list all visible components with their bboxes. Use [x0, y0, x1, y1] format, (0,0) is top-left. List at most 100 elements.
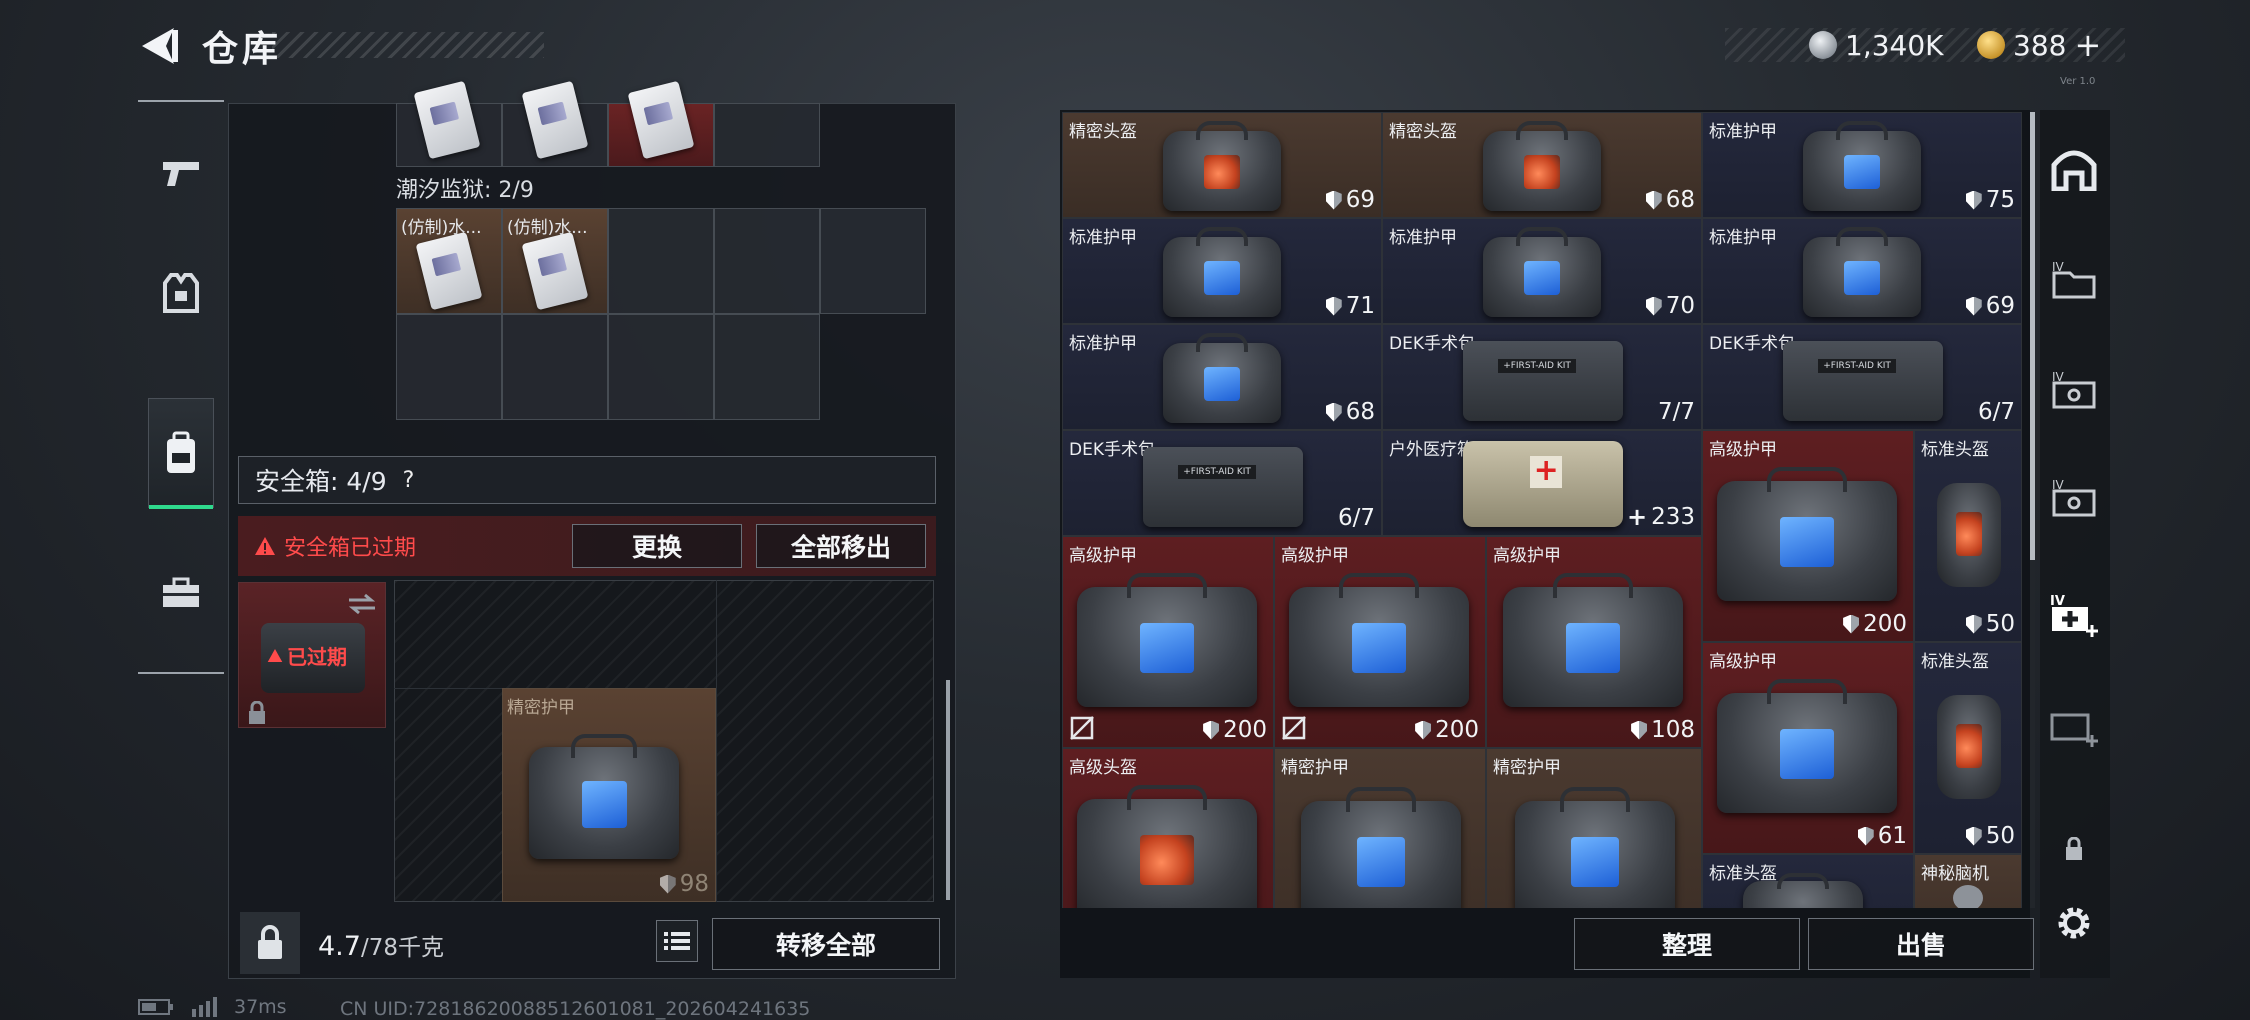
settings-button[interactable] — [2046, 888, 2102, 958]
item-uses: 6/7 — [1978, 399, 2015, 425]
carry-weight: 4.7/78千克 — [318, 928, 444, 962]
stash-tab-1[interactable]: IV — [2046, 244, 2102, 314]
version-tag: Ver 1.0 — [2060, 76, 2096, 87]
currency-bar: 1,340K 388 + — [1725, 26, 2125, 64]
folder-tab-icon: IV — [2052, 260, 2096, 299]
back-button[interactable] — [138, 24, 182, 68]
lock-button[interactable] — [240, 912, 300, 974]
surgery-kit-image — [1783, 341, 1943, 421]
shield-icon — [1645, 296, 1662, 316]
stash-tab-2[interactable]: IV — [2046, 354, 2102, 424]
stash-item[interactable]: DEK手术包 7/7 — [1382, 324, 1702, 430]
document-item-image — [413, 80, 481, 160]
stash-item[interactable]: 户外医疗箱 +233 — [1382, 430, 1702, 536]
rail-weapons[interactable] — [148, 118, 214, 228]
stash-item[interactable]: 标准护甲 70 — [1382, 218, 1702, 324]
item-uses: 7/7 — [1658, 399, 1695, 425]
durability-value: 200 — [1223, 717, 1267, 743]
stash-item[interactable]: 高级护甲 108 — [1486, 536, 1702, 748]
item-durability: 98 — [659, 871, 709, 897]
sell-button[interactable]: 出售 — [1808, 918, 2034, 970]
move-all-out-button[interactable]: 全部移出 — [756, 524, 926, 568]
safebox-item[interactable]: 精密护甲 98 — [502, 688, 716, 902]
sort-button[interactable]: 整理 — [1574, 918, 1800, 970]
item-name: 精密护甲 — [1493, 758, 1561, 778]
stash-tab-main[interactable] — [2046, 134, 2102, 204]
rail-toolbox[interactable] — [148, 538, 214, 648]
inventory-cell[interactable] — [396, 80, 502, 167]
stash-item[interactable]: 精密护甲 — [1486, 748, 1702, 908]
stash-item[interactable]: 高级护甲 200 — [1702, 430, 1914, 642]
item-durability: 200 — [1415, 717, 1479, 743]
ping-value: 37ms — [234, 996, 287, 1018]
inventory-cell-empty[interactable] — [502, 314, 608, 420]
help-icon[interactable]: ? — [403, 468, 415, 493]
list-view-button[interactable] — [656, 920, 698, 962]
item-name: 高级护甲 — [1709, 652, 1777, 672]
inventory-cell[interactable] — [502, 80, 608, 167]
helmet-image — [1483, 121, 1601, 211]
stash-item[interactable]: 精密头盔 68 — [1382, 112, 1702, 218]
item-name: 神秘脑机 — [1921, 864, 1989, 884]
stash-item[interactable]: 精密护甲 — [1274, 748, 1486, 908]
safebox-slot[interactable]: 已过期 — [238, 582, 386, 728]
silver-currency: 1,340K — [1809, 28, 1944, 62]
stash-item[interactable]: DEK手术包 6/7 — [1062, 430, 1382, 536]
stash-tab-locked[interactable] — [2046, 814, 2102, 884]
armor-vest-image — [1803, 227, 1921, 317]
inventory-cell[interactable] — [608, 80, 714, 167]
replace-button[interactable]: 更换 — [572, 524, 742, 568]
warning-icon — [255, 537, 275, 555]
inventory-cell-empty[interactable] — [714, 208, 820, 314]
armor-vest-image — [1717, 466, 1897, 601]
stash-item[interactable]: 精密头盔 69 — [1062, 112, 1382, 218]
inventory-cell-empty[interactable] — [714, 103, 820, 167]
grid-divider — [716, 580, 717, 902]
durability-value: 61 — [1877, 823, 1907, 849]
inventory-cell-empty[interactable] — [608, 208, 714, 314]
rail-equipment[interactable] — [148, 238, 214, 348]
durability-value: 75 — [1985, 187, 2015, 213]
rail-backpack[interactable] — [148, 398, 214, 509]
stash-item[interactable]: 标准头盔 50 — [1914, 430, 2022, 642]
stash-item[interactable]: 神秘脑机 — [1914, 854, 2022, 908]
inventory-cell-empty[interactable] — [608, 314, 714, 420]
armor-vest-image — [1503, 572, 1683, 707]
warning-icon — [267, 648, 283, 663]
stash-item[interactable]: 高级护甲 200 — [1062, 536, 1274, 748]
gold-currency[interactable]: 388 + — [1977, 26, 2101, 64]
item-name: 精密护甲 — [507, 698, 575, 718]
stash-item[interactable]: 标准头盔 — [1702, 854, 1914, 908]
item-durability: 69 — [1965, 293, 2015, 319]
item-name: 精密头盔 — [1069, 122, 1137, 142]
no-repair-icon — [1282, 716, 1306, 740]
inventory-cell[interactable]: (仿制)水... — [396, 208, 502, 314]
stash-item[interactable]: 标准护甲 69 — [1702, 218, 2022, 324]
uses-value: 6/7 — [1977, 399, 2015, 425]
inventory-cell-empty[interactable] — [396, 314, 502, 420]
gold-add-button[interactable]: + — [2074, 26, 2101, 64]
stash-tab-3[interactable]: IV — [2046, 462, 2102, 532]
inventory-cell-empty[interactable] — [714, 314, 820, 420]
stash-grid[interactable]: 精密头盔 69 精密头盔 68 标准护甲 75 标准护甲 71 标准护甲 70 … — [1062, 112, 2022, 908]
stash-scrollbar-thumb[interactable] — [2030, 112, 2035, 560]
safebox-capacity: 安全箱: 4/9 — [255, 467, 387, 496]
stash-tab-add[interactable] — [2046, 694, 2102, 764]
expired-warning: 安全箱已过期 — [254, 530, 416, 562]
durability-value: 98 — [679, 871, 709, 897]
stash-item[interactable]: 高级头盔 — [1062, 748, 1274, 908]
stash-item[interactable]: DEK手术包 6/7 — [1702, 324, 2022, 430]
stash-tab-medical[interactable]: IV — [2046, 580, 2102, 650]
transfer-all-button[interactable]: 转移全部 — [712, 918, 940, 970]
stash-item[interactable]: 标准护甲 68 — [1062, 324, 1382, 430]
inventory-cell[interactable]: (仿制)水... — [502, 208, 608, 314]
stash-item[interactable]: 标准护甲 71 — [1062, 218, 1382, 324]
scrollbar[interactable] — [946, 680, 950, 900]
document-item-image — [415, 231, 483, 311]
inventory-cell-empty[interactable] — [820, 208, 926, 314]
stash-item[interactable]: 标准护甲 75 — [1702, 112, 2022, 218]
stash-item[interactable]: 高级护甲 61 — [1702, 642, 1914, 854]
stash-item[interactable]: 高级护甲 200 — [1274, 536, 1486, 748]
stash-item[interactable]: 标准头盔 50 — [1914, 642, 2022, 854]
item-uses: 6/7 — [1338, 505, 1375, 531]
